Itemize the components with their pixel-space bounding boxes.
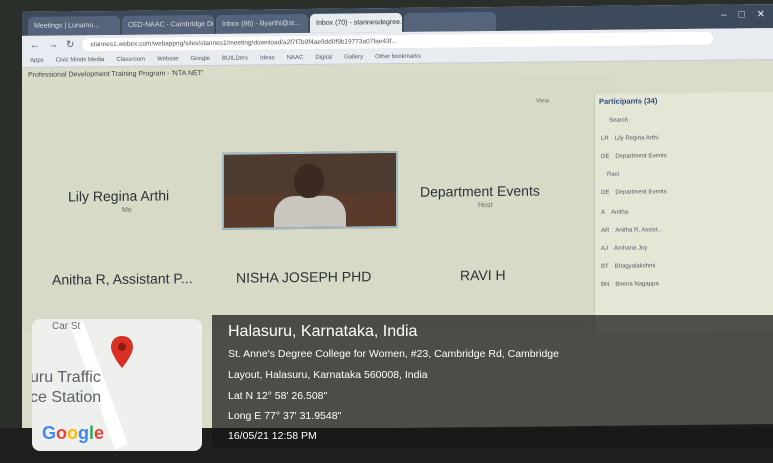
participant-initials: AR [601,227,610,234]
tile-name: RAVI H [460,266,506,284]
participants-panel: Participants (34) Search LR Lily Regina A… [594,92,773,334]
participant-name: Anitha [611,209,629,216]
tile-name: Anitha R, Assistant P... [52,270,193,288]
video-person-body [274,195,346,230]
geotag-address-line2: Layout, Halasuru, Karnataka 560008, Indi… [228,369,428,381]
window-controls: – □ ✕ [721,9,765,20]
tile-name: Department Events [420,182,540,200]
bookmark-item[interactable]: Other bookmarks [375,53,421,59]
participant-item[interactable]: A Anitha [601,210,628,216]
active-speaker-video[interactable] [222,150,398,230]
maximize-icon[interactable]: □ [739,9,745,20]
participant-name: Department Events [615,189,667,196]
participant-name: Archana Joy [614,245,648,252]
location-pin-icon [111,336,133,368]
participant-initials: LR [601,135,609,142]
browser-tab[interactable]: Meetings | Lunamo... [28,15,120,36]
participant-initials: BN [601,281,610,288]
participant-name: Beena Nagappa [615,281,659,288]
google-logo: Google [42,423,105,443]
meeting-title: Professional Development Training Progra… [28,70,204,79]
participant-item[interactable]: DE Department Events [601,189,667,196]
participant-item[interactable]: BN Beena Nagappa [601,281,659,288]
map-street-label: Car St [52,321,81,332]
video-grid: Lily Regina Arthi Me Department Events H… [22,75,612,332]
participant-item[interactable]: AR Anitha R, Assist... [601,227,662,234]
participant-item[interactable]: DE Department Events [601,153,667,160]
tile-name: NISHA JOSEPH PHD [236,268,372,286]
participant-initials: A [601,209,606,216]
bookmark-item[interactable]: BUILDers [222,55,248,61]
back-icon[interactable]: ← [30,39,40,50]
bookmark-item[interactable]: Classroom [116,56,145,62]
video-person-head [294,163,324,199]
geotag-datetime: 16/05/21 12:58 PM [228,430,317,442]
participant-initials: BT [601,263,609,270]
participant-initials: DE [601,189,610,196]
participant-name: Bhagyalakshmi [614,263,656,270]
bookmark-item[interactable]: Gallery [344,54,363,60]
bookmark-item[interactable]: Apps [30,57,44,63]
browser-tab-active[interactable]: Inbox (70) - stannesdegree... [310,12,402,33]
bookmark-item[interactable]: Civic Minds Media [56,57,105,64]
participant-item[interactable]: AJ Archana Joy [601,245,647,251]
forward-icon[interactable]: → [48,39,58,50]
geotag-longitude: Long E 77° 37' 31.9548" [228,410,342,422]
participant-name: Lily Regina Arthi [614,135,659,142]
browser-tab[interactable] [404,11,496,32]
reload-icon[interactable]: ↻ [66,39,74,50]
map-thumbnail: Car St uru Traffic ce Station Google [32,319,202,451]
participants-title: Participants (34) [599,96,658,106]
participant-name: Department Events [615,153,667,160]
minimize-icon[interactable]: – [721,10,727,21]
tile-role: Host [478,202,493,210]
participant-name: Anitha R, Assist... [615,227,663,234]
browser-tab[interactable]: CED-NAAC - Cambridge Digit... [122,14,214,35]
participant-name: Ravi [607,171,620,178]
participants-search[interactable]: Search [609,118,628,124]
geotag-latitude: Lat N 12° 58' 26.508" [228,390,328,402]
tile-name: Lily Regina Arthi [68,187,170,205]
browser-tab[interactable]: Inbox (86) - lilyarthi@st... [216,13,308,34]
bookmark-item[interactable]: Digital [315,54,332,60]
view-button[interactable]: View [536,98,549,104]
map-place-label: uru Traffic [32,369,101,386]
bookmark-item[interactable]: NAAC [287,54,304,60]
participant-item[interactable]: LR Lily Regina Arthi [601,135,658,142]
map-place-label: ce Station [32,389,102,406]
participant-item[interactable]: BT Bhagyalakshmi [601,263,655,270]
close-icon[interactable]: ✕ [757,9,765,20]
bookmark-item[interactable]: Website [157,56,179,62]
participant-item[interactable]: Ravi [601,172,619,178]
participant-initials: AJ [601,245,609,252]
bookmark-item[interactable]: Ideas [260,55,275,61]
tile-role: Me [122,206,132,214]
participant-initials: DE [601,153,610,160]
geotag-address-line1: St. Anne's Degree College for Women, #23… [228,348,559,360]
geotag-location: Halasuru, Karnataka, India [228,323,418,340]
bookmark-item[interactable]: Google [191,55,210,61]
geotag-overlay: Halasuru, Karnataka, India St. Anne's De… [212,315,773,447]
